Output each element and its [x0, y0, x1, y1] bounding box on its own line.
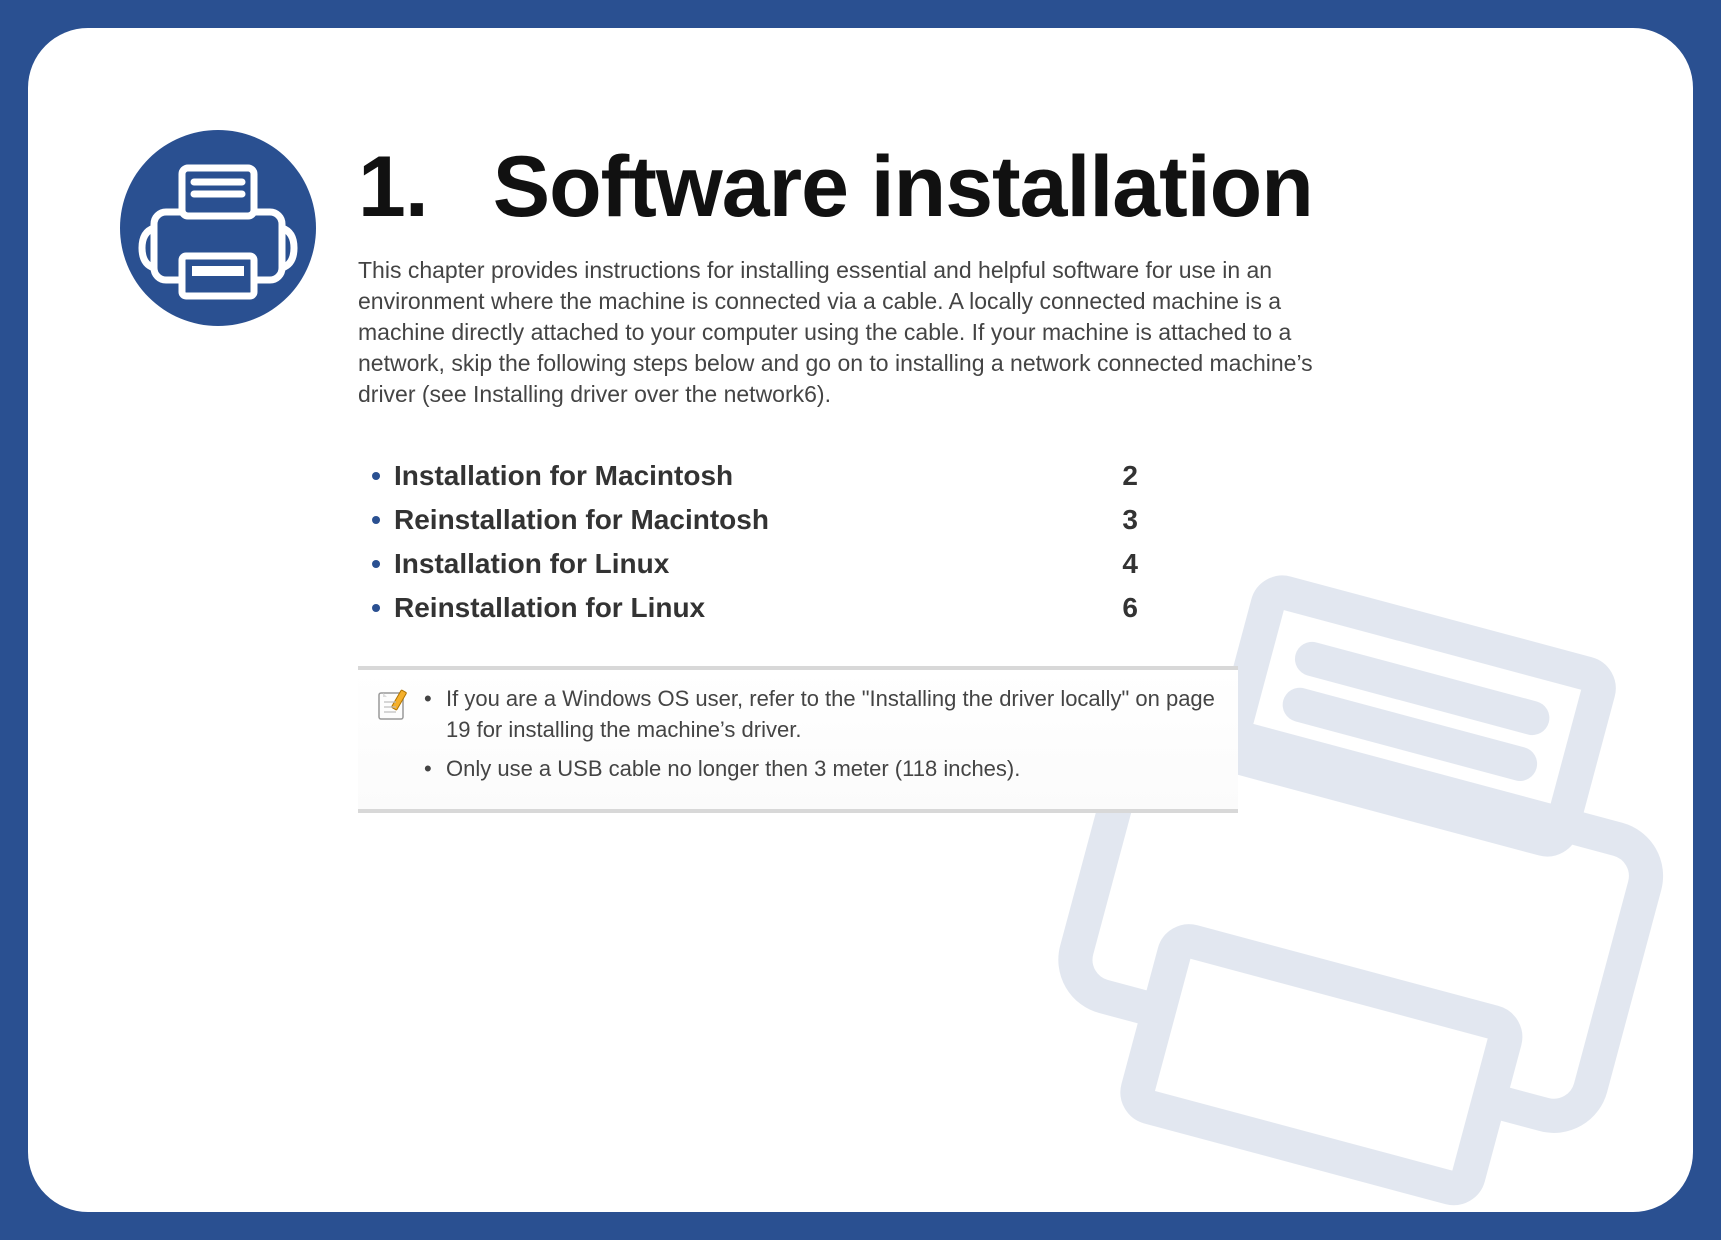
toc-label: Installation for Macintosh [394, 460, 1098, 492]
chapter-title-block: 1. Software installation This chapter pr… [358, 128, 1603, 410]
chapter-intro: This chapter provides instructions for i… [358, 255, 1368, 410]
note-box: If you are a Windows OS user, refer to t… [358, 666, 1238, 812]
document-page: 1. Software installation This chapter pr… [28, 28, 1693, 1212]
table-of-contents: • Installation for Macintosh 2 • Reinsta… [358, 454, 1138, 630]
toc-label: Reinstallation for Macintosh [394, 504, 1098, 536]
content-area: 1. Software installation This chapter pr… [28, 28, 1693, 873]
note-item: If you are a Windows OS user, refer to t… [424, 684, 1218, 746]
toc-item[interactable]: • Installation for Linux 4 [358, 542, 1138, 586]
chapter-number: 1. [358, 138, 470, 237]
toc-item[interactable]: • Reinstallation for Linux 6 [358, 586, 1138, 630]
note-pencil-icon [376, 688, 410, 722]
note-list: If you are a Windows OS user, refer to t… [424, 684, 1218, 792]
toc-page: 2 [1098, 460, 1138, 492]
toc-item[interactable]: • Installation for Macintosh 2 [358, 454, 1138, 498]
chapter-title-text: Software installation [493, 139, 1313, 235]
bullet-icon: • [358, 592, 394, 624]
toc-label: Reinstallation for Linux [394, 592, 1098, 624]
toc-page: 6 [1098, 592, 1138, 624]
printer-icon [118, 128, 318, 328]
bullet-icon: • [358, 548, 394, 580]
toc-item[interactable]: • Reinstallation for Macintosh 3 [358, 498, 1138, 542]
chapter-header: 1. Software installation This chapter pr… [118, 128, 1603, 410]
toc-label: Installation for Linux [394, 548, 1098, 580]
bullet-icon: • [358, 504, 394, 536]
note-item: Only use a USB cable no longer then 3 me… [424, 754, 1218, 785]
bullet-icon: • [358, 460, 394, 492]
chapter-title: 1. Software installation [358, 138, 1603, 237]
toc-page: 4 [1098, 548, 1138, 580]
toc-page: 3 [1098, 504, 1138, 536]
